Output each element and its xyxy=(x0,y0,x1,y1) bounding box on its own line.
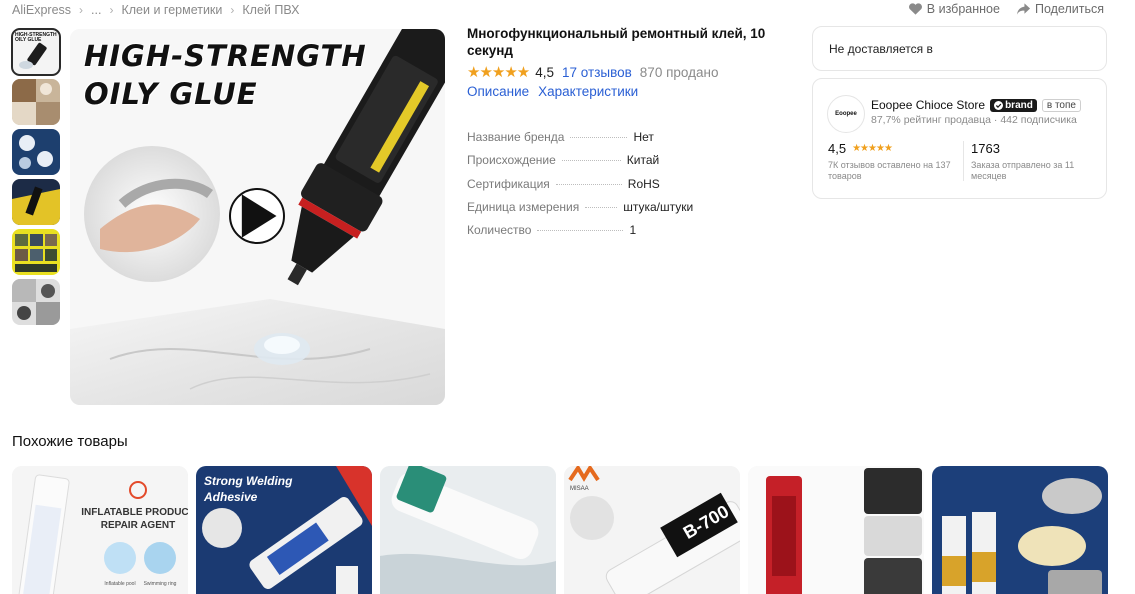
breadcrumb-item-ellipsis[interactable]: ... xyxy=(91,3,101,17)
thumbnail-2[interactable] xyxy=(12,79,60,125)
spec-dots xyxy=(537,230,624,232)
similar-product-card[interactable]: MISAA B-700 xyxy=(564,466,740,594)
store-logo[interactable]: Eoopee xyxy=(827,95,865,133)
product-tabs: Описание Характеристики xyxy=(467,84,638,99)
store-meta: 87,7% рейтинг продавца · 442 подписчика xyxy=(871,114,1077,126)
spec-row: Происхождение Китай xyxy=(467,153,787,176)
spec-dots xyxy=(585,206,618,208)
specs-list: Название бренда Нет Происхождение Китай … xyxy=(467,130,787,246)
similar-products-title: Похожие товары xyxy=(12,433,128,450)
chevron-right-icon: › xyxy=(79,3,84,17)
shipping-box[interactable]: Не доставляется в xyxy=(812,26,1107,71)
shipping-text: Не доставляется в xyxy=(829,42,933,56)
tab-description[interactable]: Описание xyxy=(467,84,529,99)
store-box: Eoopee Eoopee Chioce Store brand в топе … xyxy=(812,78,1107,199)
spec-key: Происхождение xyxy=(467,153,556,168)
breadcrumb-item-aliexpress[interactable]: AliExpress xyxy=(12,3,71,17)
reviews-link[interactable]: 17 отзывов xyxy=(562,65,632,80)
spec-value: Нет xyxy=(633,130,654,144)
breadcrumb-item-glues[interactable]: Клеи и герметики xyxy=(121,3,222,17)
spec-value: 1 xyxy=(629,223,637,238)
heart-icon xyxy=(908,3,922,15)
similar-product-card[interactable] xyxy=(748,466,924,594)
similar-product-card[interactable]: INFLATABLE PRODUCT REPAIR AGENT Inflatab… xyxy=(12,466,188,594)
product-title: Многофункциональный ремонтный клей, 10 с… xyxy=(467,26,766,58)
headline-line-1: HIGH-STRENGTH xyxy=(84,39,367,73)
share-label: Поделиться xyxy=(1034,2,1104,16)
store-rating-block: 4,5 ★★★★★ 7К отзывов оставлено на 137 тов… xyxy=(828,141,953,182)
brand-badge: brand xyxy=(990,98,1037,112)
thumbnail-3[interactable] xyxy=(12,129,60,175)
check-badge-icon xyxy=(994,100,1004,110)
spec-value: штука/штуки xyxy=(623,199,694,214)
spec-value: Китай xyxy=(626,153,660,168)
store-rating-caption: 7К отзывов оставлено на 137 товаров xyxy=(828,160,951,181)
headline-line-2: OILY GLUE xyxy=(84,77,258,111)
favorite-button[interactable]: В избранное xyxy=(908,2,1000,16)
store-orders-caption: Заказа отправлено за 11 месяцев xyxy=(971,160,1075,181)
rating-stars-icon: ★★★★★ xyxy=(467,64,530,81)
store-rating-value: 4,5 xyxy=(828,141,847,156)
store-header: Eoopee Chioce Store brand в топе xyxy=(871,98,1081,112)
main-product-image[interactable]: HIGH-STRENGTH OILY GLUE xyxy=(70,29,445,405)
card-4-brand: MISAA xyxy=(570,486,589,492)
thumbnail-list: HIGH-STRENGTH OILY GLUE xyxy=(11,28,62,329)
spec-key: Количество xyxy=(467,223,532,238)
card-1-line-1: INFLATABLE PRODUCT xyxy=(81,507,188,518)
top-actions: В избранное Поделиться xyxy=(908,2,1104,16)
sold-count: 870 продано xyxy=(639,64,719,80)
spec-key: Название бренда xyxy=(467,130,565,144)
spec-row: Сертификация RoHS xyxy=(467,177,787,200)
brand-badge-label: brand xyxy=(1005,99,1033,111)
store-stars-icon: ★★★★★ xyxy=(852,143,893,154)
spec-row: Единица измерения штука/штуки xyxy=(467,200,787,223)
card-1-line-2: REPAIR AGENT xyxy=(101,520,175,531)
chevron-right-icon: › xyxy=(230,3,235,17)
store-orders-value: 1763 xyxy=(971,141,1000,156)
spec-dots xyxy=(555,183,622,185)
rating-row: ★★★★★ 4,5 17 отзывов 870 продано xyxy=(467,63,718,81)
card-1-caption-2: Swimming ring xyxy=(144,581,177,587)
thumbnail-5[interactable] xyxy=(12,229,60,275)
spec-dots xyxy=(570,137,628,138)
similar-product-card[interactable] xyxy=(380,466,556,594)
top-badge: в топе xyxy=(1041,98,1081,112)
tab-specifications[interactable]: Характеристики xyxy=(538,84,638,99)
spec-key: Единица измерения xyxy=(467,199,580,214)
play-icon xyxy=(241,194,277,238)
thumbnail-4[interactable] xyxy=(12,179,60,225)
divider xyxy=(963,141,964,181)
chevron-right-icon: › xyxy=(109,3,114,17)
card-1-caption-1: Inflatable pool xyxy=(104,581,135,587)
similar-product-card[interactable] xyxy=(932,466,1108,594)
card-2-line-1: Strong Welding xyxy=(204,474,293,488)
breadcrumb-item-pvc-glue[interactable]: Клей ПВХ xyxy=(242,3,299,17)
spec-dots xyxy=(561,160,621,162)
play-video-button[interactable] xyxy=(229,188,285,244)
share-button[interactable]: Поделиться xyxy=(1016,2,1104,16)
image-headline: HIGH-STRENGTH OILY GLUE xyxy=(84,37,367,113)
rating-score: 4,5 xyxy=(535,64,555,80)
thumbnail-6[interactable] xyxy=(12,279,60,325)
store-logo-text: Eoopee xyxy=(835,111,857,117)
spec-value: RoHS xyxy=(627,176,660,191)
card-2-line-2: Adhesive xyxy=(203,490,258,504)
spec-row: Количество 1 xyxy=(467,223,787,246)
share-icon xyxy=(1016,3,1031,15)
store-orders-block: 1763 Заказа отправлено за 11 месяцев xyxy=(971,141,1096,182)
similar-product-card[interactable]: Strong Welding Adhesive xyxy=(196,466,372,594)
breadcrumb: AliExpress › ... › Клеи и герметики › Кл… xyxy=(12,2,299,18)
similar-products-list: INFLATABLE PRODUCT REPAIR AGENT Inflatab… xyxy=(12,466,1108,594)
store-name-link[interactable]: Eoopee Chioce Store xyxy=(871,98,985,112)
thumbnail-1-subline: OILY GLUE xyxy=(15,37,42,43)
spec-key: Сертификация xyxy=(467,176,550,191)
favorite-label: В избранное xyxy=(926,2,1000,16)
spec-row: Название бренда Нет xyxy=(467,130,787,153)
thumbnail-1[interactable]: HIGH-STRENGTH OILY GLUE xyxy=(11,28,61,76)
